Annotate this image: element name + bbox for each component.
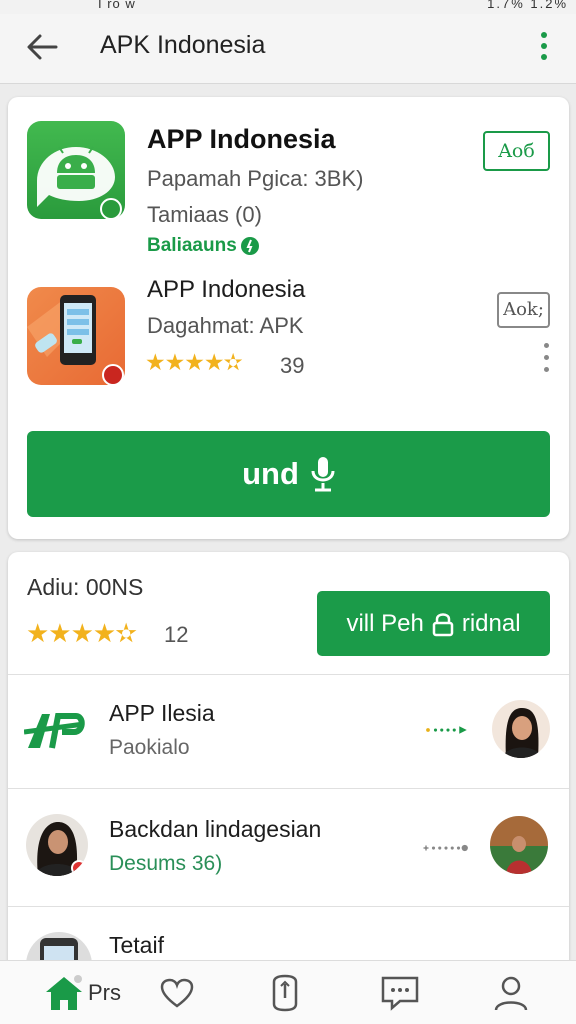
- download-icon: [311, 457, 335, 492]
- status-left: I ro w: [98, 0, 136, 11]
- lock-icon: [432, 612, 454, 636]
- list-item-title: Tetaif: [109, 932, 164, 958]
- app-icon-phone[interactable]: [27, 287, 125, 385]
- android-chat-icon: [37, 146, 122, 219]
- list-item-title: Backdan lindagesian: [109, 816, 322, 842]
- app2-action-button[interactable]: Aok;: [497, 292, 550, 328]
- avatar[interactable]: [490, 816, 548, 874]
- app2-meta: Dagahmat: APK: [147, 313, 304, 338]
- app-icon-android[interactable]: [27, 121, 125, 219]
- app2-rating-count: 39: [280, 353, 305, 378]
- featured-apps-card: APP Indonesia Papamah Pgica: 3BK) Tamiaa…: [8, 97, 569, 539]
- nav-favorites[interactable]: [160, 971, 194, 1015]
- more-options-button[interactable]: [534, 30, 554, 64]
- list-item-subtitle: Desums 36): [109, 852, 223, 875]
- arrow-right-icon: [426, 726, 467, 734]
- status-right: 1.7% 1.2%: [487, 0, 568, 11]
- divider: [8, 906, 569, 907]
- app1-meta: Papamah Pgica: 3BK): [147, 166, 364, 191]
- app2-rating-stars: ★★★★✫: [145, 349, 243, 375]
- ratings-count: 12: [164, 622, 189, 647]
- verified-icon: [240, 237, 259, 255]
- app1-status: Tamiaas (0): [147, 202, 262, 227]
- arrow-left-icon: [27, 34, 58, 60]
- back-button[interactable]: [22, 30, 62, 64]
- divider: [8, 674, 569, 675]
- compass-icon: [272, 974, 298, 1012]
- nav-home[interactable]: Prs: [44, 971, 121, 1015]
- status-bar: I ro w 1.7% 1.2%: [0, 0, 576, 14]
- install-button[interactable]: vill Peh ridnal: [317, 591, 550, 656]
- app-bar: APK Indonesia: [0, 14, 576, 84]
- smartphone-icon: [27, 295, 124, 385]
- avatar[interactable]: [26, 814, 88, 876]
- reviews-card: Adiu: 00NS ★★★★✫ 12 vill Peh ridnal APP …: [8, 552, 569, 972]
- app1-action-button[interactable]: Aoб: [483, 131, 550, 171]
- install-button-label: vill Peh: [346, 609, 424, 637]
- download-button[interactable]: und: [27, 431, 550, 517]
- heart-icon: [160, 978, 194, 1008]
- ratings-stars: ★★★★✫: [26, 618, 137, 648]
- page-title: APK Indonesia: [100, 31, 266, 59]
- nav-profile[interactable]: [492, 971, 530, 1015]
- divider: [8, 788, 569, 789]
- install-button-label-2: ridnal: [461, 609, 521, 637]
- nav-discover[interactable]: [268, 971, 302, 1015]
- bottom-nav: Prs: [0, 960, 576, 1024]
- download-button-label: und: [242, 456, 299, 491]
- chat-icon: [381, 976, 419, 1011]
- list-item-subtitle: Paokialo: [109, 736, 190, 759]
- avatar[interactable]: [492, 700, 550, 758]
- nav-messages[interactable]: [380, 971, 420, 1015]
- ratings-label: Adiu: 00NS: [27, 574, 144, 600]
- apk-logo-icon: [24, 713, 85, 749]
- app2-name[interactable]: APP Indonesia: [147, 276, 305, 304]
- app2-more-button[interactable]: [542, 343, 552, 379]
- list-item-title: APP Ilesia: [109, 700, 215, 726]
- nav-home-label: Prs: [88, 980, 121, 1005]
- app1-badge: Baliaauns: [147, 235, 260, 257]
- app1-name[interactable]: APP Indonesia: [147, 124, 336, 155]
- more-vertical-icon: [541, 32, 547, 38]
- home-icon: [46, 975, 82, 1010]
- app1-badge-label: Baliaauns: [147, 235, 237, 256]
- arrow-right-icon: [423, 844, 468, 852]
- profile-icon: [494, 976, 528, 1011]
